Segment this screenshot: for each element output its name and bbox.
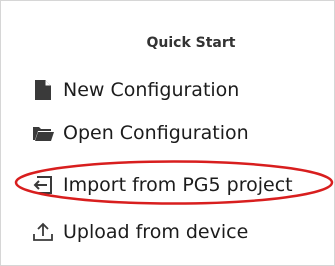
import-icon — [31, 173, 55, 197]
quick-start-panel: Quick Start New Configuration Open Confi… — [0, 0, 335, 266]
new-configuration-item[interactable]: New Configuration — [31, 75, 239, 105]
new-configuration-label: New Configuration — [63, 79, 240, 101]
upload-icon — [31, 220, 55, 244]
import-pg5-project-label: Import from PG5 project — [63, 174, 293, 196]
upload-from-device-label: Upload from device — [63, 221, 249, 243]
panel-title: Quick Start — [146, 35, 236, 51]
open-configuration-item[interactable]: Open Configuration — [31, 118, 249, 148]
file-icon — [31, 78, 55, 102]
open-configuration-label: Open Configuration — [63, 122, 249, 144]
import-pg5-project-item[interactable]: Import from PG5 project — [31, 170, 293, 200]
upload-from-device-item[interactable]: Upload from device — [31, 217, 248, 247]
folder-open-icon — [31, 121, 55, 145]
